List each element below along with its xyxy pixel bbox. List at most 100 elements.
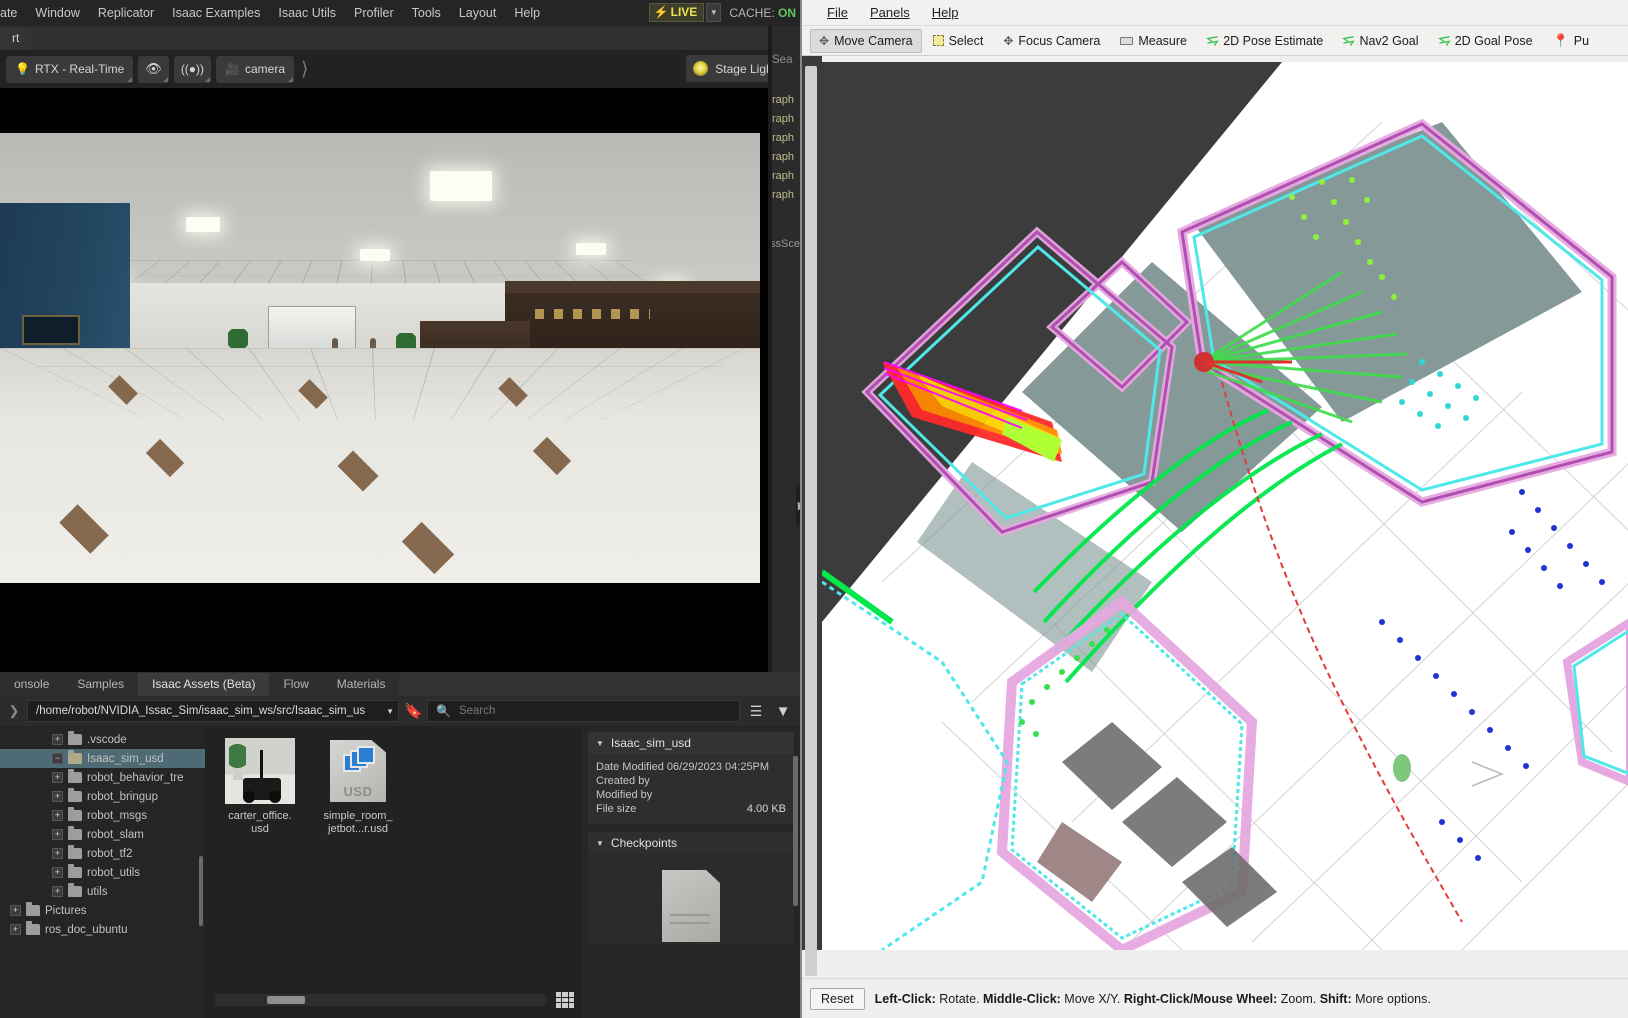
menu-item-window[interactable]: Window <box>26 0 88 26</box>
menu-item-tools[interactable]: Tools <box>403 0 450 26</box>
tree-scrollbar[interactable] <box>199 856 203 926</box>
stage-panel-sliver[interactable]: Sea raph raph raph raph raph raph ssSce <box>768 26 800 672</box>
tool-2d-pose-estimate[interactable]: ⥧ 2D Pose Estimate <box>1198 29 1332 53</box>
pose-arrow-icon: ⥧ <box>1341 31 1356 49</box>
bookmark-icon[interactable]: 🔖 <box>404 702 423 720</box>
double-chevron-right-icon[interactable]: ⟩ <box>301 58 309 81</box>
tool-focus-camera[interactable]: ✥ Focus Camera <box>994 29 1109 53</box>
tree-item-pictures[interactable]: + Pictures <box>0 901 205 920</box>
details-scrollbar[interactable] <box>793 756 798 906</box>
rviz-left-scroll-gutter[interactable] <box>802 56 822 976</box>
tree-item-robot-slam[interactable]: + robot_slam <box>0 825 205 844</box>
expander-icon[interactable]: + <box>52 734 63 745</box>
viewport-3d[interactable] <box>0 88 800 673</box>
menu-item-ate[interactable]: ate <box>0 0 26 26</box>
tab-viewport[interactable]: rt <box>0 27 32 50</box>
tree-item-robot-behavior-tree[interactable]: + robot_behavior_tre <box>0 768 205 787</box>
search-input[interactable]: 🔍 Search <box>427 700 740 722</box>
chevron-down-icon[interactable]: ▼ <box>386 707 394 716</box>
menu-item-isaac-utils[interactable]: Isaac Utils <box>269 0 345 26</box>
tree-item-robot-bringup[interactable]: + robot_bringup <box>0 787 205 806</box>
tab-materials[interactable]: Materials <box>323 673 400 696</box>
file-item-carter-office[interactable]: carter_office. usd <box>219 738 301 836</box>
camera-icon: 🎥 <box>225 62 240 76</box>
menu-item-isaac-examples[interactable]: Isaac Examples <box>163 0 269 26</box>
hint-right-click: Right-Click/Mouse Wheel: <box>1123 991 1278 1006</box>
tree-item-label: robot_tf2 <box>87 847 133 860</box>
tree-item-ros-doc-ubuntu[interactable]: + ros_doc_ubuntu <box>0 920 205 939</box>
stage-row[interactable]: raph <box>768 189 800 208</box>
chevron-down-icon[interactable]: ▼ <box>596 739 604 748</box>
pose-arrow-icon: ⥧ <box>1205 31 1220 49</box>
folder-icon <box>26 921 40 935</box>
rviz-menu-help[interactable]: Help <box>921 0 970 26</box>
menu-item-profiler[interactable]: Profiler <box>345 0 403 26</box>
tool-select[interactable]: Select <box>924 29 993 53</box>
expander-icon[interactable]: − <box>52 753 63 764</box>
expander-icon[interactable]: + <box>52 848 63 859</box>
tree-item-robot-msgs[interactable]: + robot_msgs <box>0 806 205 825</box>
expander-icon[interactable]: + <box>52 810 63 821</box>
renderer-selector[interactable]: 💡 RTX - Real-Time <box>6 55 134 83</box>
tab-console[interactable]: onsole <box>0 673 63 696</box>
rviz-menu-panels[interactable]: Panels <box>859 0 921 26</box>
cache-status: CACHE: ON <box>729 6 796 20</box>
checkpoints-header[interactable]: ▼ Checkpoints <box>588 832 794 854</box>
expander-icon[interactable]: + <box>10 924 21 935</box>
chevron-down-icon[interactable]: ▼ <box>596 839 604 848</box>
expander-icon[interactable]: + <box>52 886 63 897</box>
stage-row[interactable]: raph <box>768 170 800 189</box>
tool-label: Measure <box>1138 33 1187 48</box>
rviz-3d-canvas[interactable] <box>822 62 1628 950</box>
menu-item-replicator[interactable]: Replicator <box>89 0 163 26</box>
tab-flow[interactable]: Flow <box>269 673 322 696</box>
live-dropdown-button[interactable]: ▼ <box>706 3 722 22</box>
tool-nav2-goal[interactable]: ⥧ Nav2 Goal <box>1334 29 1427 53</box>
stage-row[interactable]: raph <box>768 132 800 151</box>
measure-icon <box>1120 36 1134 45</box>
hint-shift: Shift: <box>1319 991 1352 1006</box>
path-toolbar: ❯ /home/robot/NVIDIA_Issac_Sim/isaac_sim… <box>0 696 800 726</box>
scrollbar-thumb[interactable] <box>267 996 305 1004</box>
tool-publish-point[interactable]: 📍 Pu <box>1544 29 1598 53</box>
expander-icon[interactable]: + <box>10 905 21 916</box>
stage-row[interactable]: raph <box>768 151 800 170</box>
file-item-simple-room-jetbot[interactable]: USD simple_room_ jetbot...r.usd <box>317 738 399 836</box>
tree-item-vscode[interactable]: + .vscode <box>0 730 205 749</box>
menu-item-help[interactable]: Help <box>505 0 549 26</box>
tree-item-robot-utils[interactable]: + robot_utils <box>0 863 205 882</box>
stage-row[interactable]: raph <box>768 94 800 113</box>
tree-item-robot-tf2[interactable]: + robot_tf2 <box>0 844 205 863</box>
detail-value: 4.00 KB <box>746 803 786 815</box>
rviz-menu-file[interactable]: File <box>816 0 859 26</box>
tool-measure[interactable]: Measure <box>1111 29 1196 53</box>
details-header[interactable]: ▼ Isaac_sim_usd <box>588 732 794 754</box>
tool-move-camera[interactable]: ✥ Move Camera <box>810 28 922 53</box>
stage-light-icon <box>693 61 709 76</box>
expander-icon[interactable]: + <box>52 867 63 878</box>
audio-toggle-button[interactable]: ((●)) <box>173 55 212 83</box>
chevron-right-icon[interactable]: ❯ <box>6 703 22 719</box>
menu-item-layout[interactable]: Layout <box>450 0 506 26</box>
stage-row[interactable]: raph <box>768 113 800 132</box>
reset-button[interactable]: Reset <box>810 987 865 1010</box>
tree-item-utils[interactable]: + utils <box>0 882 205 901</box>
live-badge[interactable]: ⚡ LIVE <box>648 3 705 22</box>
filter-icon[interactable]: ▼ <box>772 703 794 720</box>
grid-horizontal-scrollbar[interactable] <box>215 994 546 1006</box>
tree-item-isaac-sim-usd[interactable]: − Isaac_sim_usd <box>0 749 205 768</box>
expander-icon[interactable]: + <box>52 829 63 840</box>
stage-search-fragment[interactable]: Sea <box>768 54 800 66</box>
path-input[interactable]: /home/robot/NVIDIA_Issac_Sim/isaac_sim_w… <box>27 700 399 722</box>
grid-view-icon[interactable] <box>556 992 574 1008</box>
camera-selector[interactable]: 🎥 camera <box>216 55 295 83</box>
expander-icon[interactable]: + <box>52 791 63 802</box>
tool-2d-goal-pose[interactable]: ⥧ 2D Goal Pose <box>1430 29 1542 53</box>
list-options-icon[interactable]: ☰ <box>745 703 767 720</box>
tab-isaac-assets[interactable]: Isaac Assets (Beta) <box>138 673 270 696</box>
eye-visibility-button[interactable]: 👁 <box>138 55 169 83</box>
scrollbar-thumb[interactable] <box>805 66 817 976</box>
stage-row-extra[interactable]: ssSce <box>768 238 800 250</box>
tab-samples[interactable]: Samples <box>63 673 138 696</box>
expander-icon[interactable]: + <box>52 772 63 783</box>
